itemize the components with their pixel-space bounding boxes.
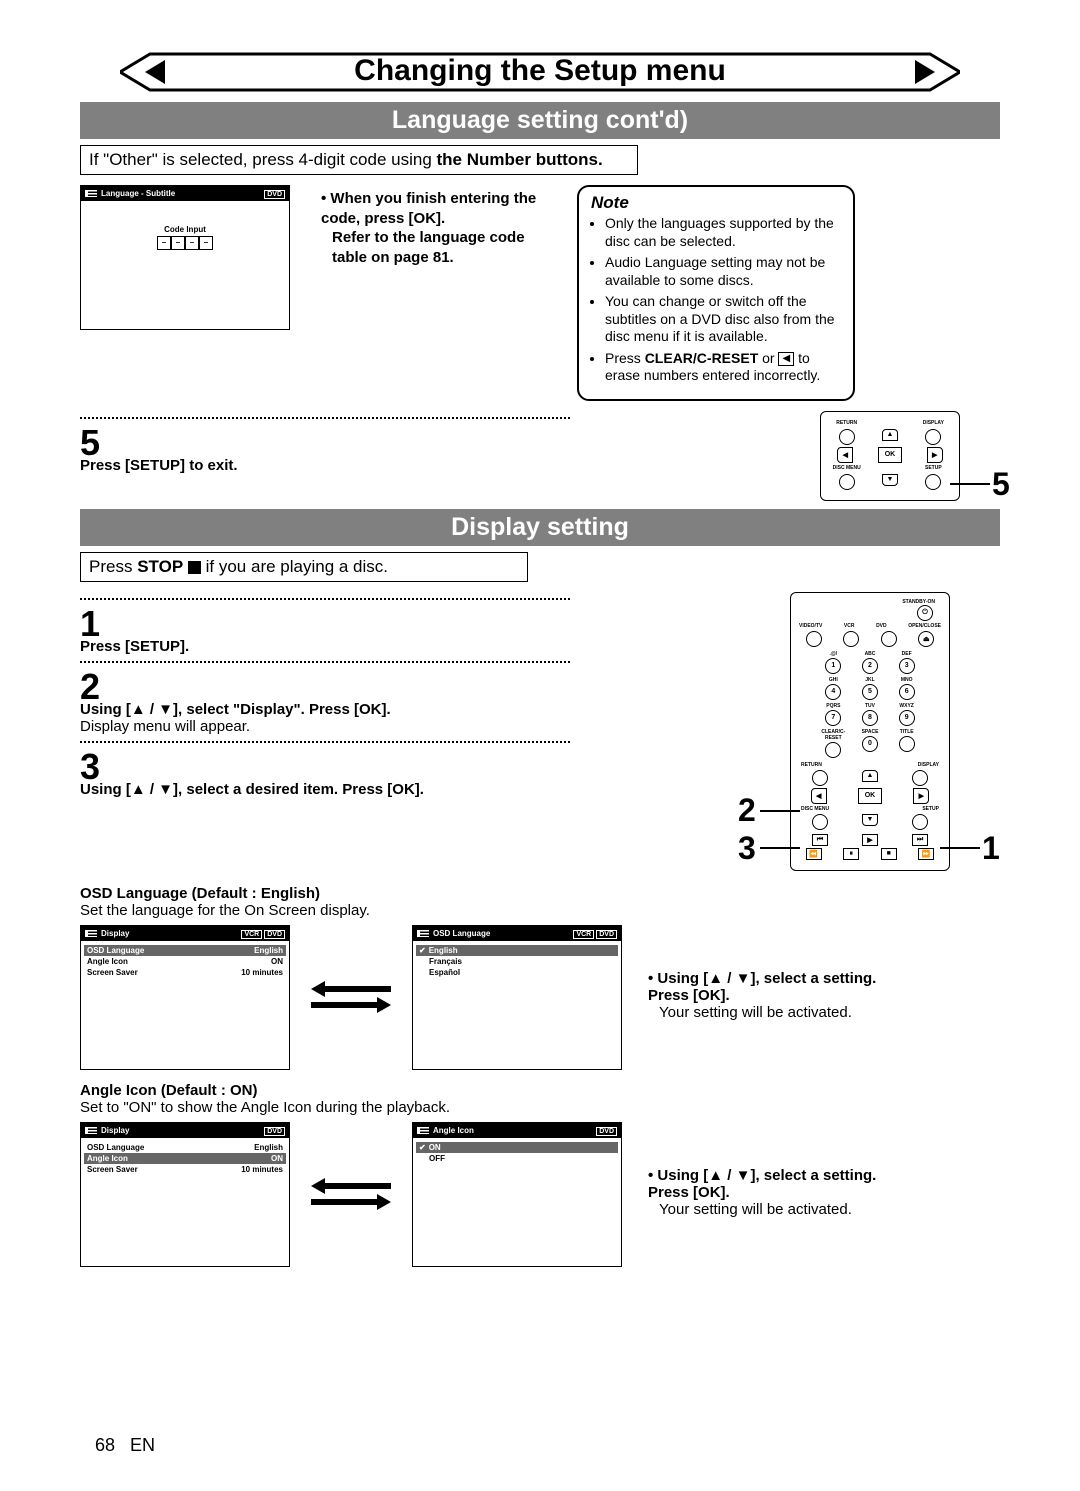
remote-full: STANDBY-ON ⏻ VIDEO/TVVCRDVDOPEN/CLOSE ⏏ … xyxy=(790,592,950,871)
stop-icon xyxy=(188,561,201,574)
angle-heading: Angle Icon (Default : ON) xyxy=(80,1082,1000,1099)
step-1-num: 1 xyxy=(80,606,570,642)
lang-intro: If "Other" is selected, press 4-digit co… xyxy=(80,145,638,175)
double-arrow-icon xyxy=(306,1178,396,1210)
section-language: Language setting cont'd) xyxy=(80,102,1000,139)
section-display: Display setting xyxy=(80,509,1000,546)
discmenu-button[interactable] xyxy=(839,474,855,490)
left-arrow-icon: ◀ xyxy=(778,352,794,366)
step-3-num: 3 xyxy=(80,749,570,785)
ok-button[interactable]: OK xyxy=(878,447,902,463)
step-3-text: Using [▲ / ▼], select a desired item. Pr… xyxy=(80,781,570,798)
note-box: Note Only the languages supported by the… xyxy=(577,185,855,401)
remote-dpad-small: RETURN DISPLAY ▲ ◀ OK ▶ DISC MENU xyxy=(820,411,960,501)
setup-button[interactable] xyxy=(925,474,941,490)
osd-angle-menu: Angle Icon DVD ✔ON OFF xyxy=(412,1122,622,1267)
osd-display-menu-2: Display DVD OSD LanguageEnglish Angle Ic… xyxy=(80,1122,290,1267)
osd-language-subtitle: Language - Subtitle DVD Code Input –––– xyxy=(80,185,290,330)
display-button[interactable] xyxy=(925,429,941,445)
note-title: Note xyxy=(591,193,841,213)
code-input-boxes: –––– xyxy=(87,236,283,250)
page-title-banner: Changing the Setup menu xyxy=(80,50,1000,94)
display-intro: Press STOP if you are playing a disc. xyxy=(80,552,528,582)
callout-5: 5 xyxy=(992,466,1010,503)
return-button[interactable] xyxy=(839,429,855,445)
osd-osdlang-menu: OSD Language VCRDVD ✔English Français Es… xyxy=(412,925,622,1070)
osd-lang-desc: Set the language for the On Screen displ… xyxy=(80,902,1000,919)
page-footer: 68 EN xyxy=(95,1435,155,1456)
code-input-label: Code Input xyxy=(87,225,283,234)
page-title: Changing the Setup menu xyxy=(80,54,1000,88)
step-2-num: 2 xyxy=(80,669,570,705)
menu-icon xyxy=(85,190,97,197)
osd-display-menu-1: Display VCRDVD OSD LanguageEnglish Angle… xyxy=(80,925,290,1070)
step-2-text: Using [▲ / ▼], select "Display". Press [… xyxy=(80,701,570,735)
code-entry-instruction: • When you finish entering the code, pre… xyxy=(321,189,561,267)
callout-1: 1 xyxy=(982,830,1000,867)
callout-2: 2 xyxy=(738,792,756,829)
standby-button[interactable]: ⏻ xyxy=(917,605,933,621)
osd-lang-heading: OSD Language (Default : English) xyxy=(80,885,1000,902)
double-arrow-icon xyxy=(306,981,396,1013)
step-5-text: Press [SETUP] to exit. xyxy=(80,457,570,474)
step-1-text: Press [SETUP]. xyxy=(80,638,570,655)
angle-desc: Set to "ON" to show the Angle Icon durin… xyxy=(80,1099,1000,1116)
step-5-num: 5 xyxy=(80,425,570,461)
callout-3: 3 xyxy=(738,830,756,867)
